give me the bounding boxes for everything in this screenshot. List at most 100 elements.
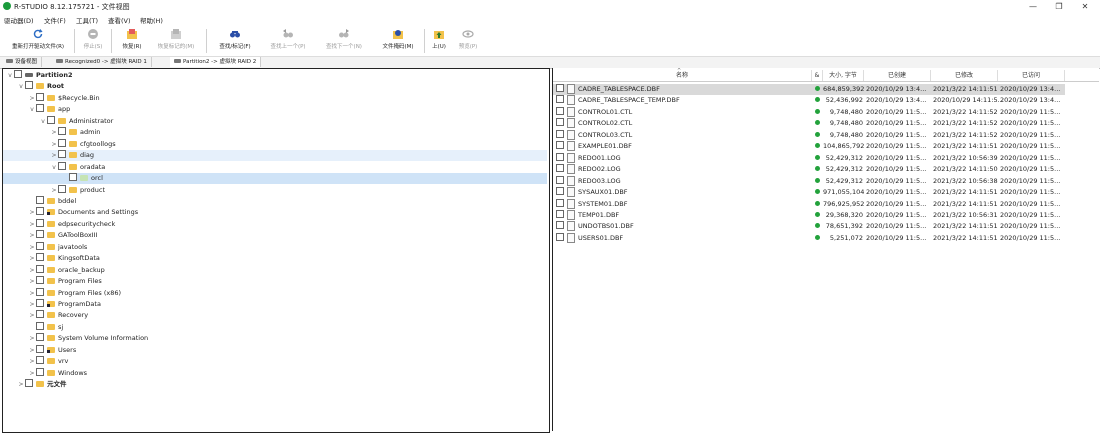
file-row[interactable]: CADRE_TABLESPACE.DBF 684,859,392 2020/10/2…	[553, 84, 1065, 95]
stop-button[interactable]: 停止(S)	[78, 28, 108, 54]
file-row[interactable]: CONTROL01.CTL 9,748,480 2020/10/29 11:5...…	[553, 106, 1065, 118]
file-checkbox-box[interactable]	[556, 198, 564, 207]
tree-item[interactable]: > product	[50, 184, 105, 196]
tree-item[interactable]: > ProgramData	[28, 299, 101, 310]
tree-checkbox[interactable]	[36, 276, 44, 285]
minimize-button[interactable]: —	[1026, 1, 1040, 12]
file-checkbox-box[interactable]	[556, 106, 564, 115]
tree-item[interactable]: v Administrator	[39, 115, 113, 127]
tree-checkbox[interactable]	[58, 150, 66, 159]
chevron-right-icon[interactable]: >	[28, 288, 36, 299]
chevron-right-icon[interactable]: >	[28, 219, 36, 230]
tree-checkbox[interactable]	[36, 230, 44, 239]
file-mask-button[interactable]: 文件掩码(M)	[376, 28, 420, 54]
chevron-right-icon[interactable]: >	[28, 356, 36, 367]
file-checkbox[interactable]	[556, 95, 567, 106]
file-row[interactable]: USERS01.DBF 5,251,072 2020/10/29 11:5... 20…	[553, 232, 1065, 244]
menu-tools[interactable]: 工具(T)	[76, 15, 98, 25]
tree-checkbox[interactable]	[36, 299, 44, 307]
file-checkbox[interactable]	[556, 175, 567, 187]
file-checkbox-box[interactable]	[556, 232, 564, 241]
file-checkbox[interactable]	[556, 221, 567, 232]
tree-item[interactable]: > Documents and Settings	[28, 207, 138, 218]
tree-item[interactable]: > Program Files (x86)	[28, 287, 121, 299]
file-checkbox[interactable]	[556, 232, 567, 244]
file-checkbox[interactable]	[556, 129, 567, 141]
tree-checkbox[interactable]	[58, 184, 66, 193]
up-button[interactable]: 上(U)	[428, 28, 450, 54]
tree-item[interactable]: v Partition2	[6, 70, 72, 81]
find-next-button[interactable]: 查找下一个(N)	[320, 28, 368, 54]
file-row[interactable]: CONTROL02.CTL 9,748,480 2020/10/29 11:5...…	[553, 118, 1065, 129]
tree-item[interactable]: > KingsoftData	[28, 253, 100, 264]
tree-checkbox[interactable]	[36, 367, 44, 376]
menu-drives[interactable]: 驱动器(D)	[4, 15, 34, 25]
chevron-right-icon[interactable]: >	[28, 276, 36, 287]
menu-view[interactable]: 查看(V)	[108, 15, 131, 25]
tree-checkbox[interactable]	[36, 321, 44, 330]
file-checkbox-box[interactable]	[556, 187, 564, 196]
chevron-right-icon[interactable]: >	[50, 185, 58, 196]
file-checkbox[interactable]	[556, 152, 567, 164]
tree-item[interactable]: > edpsecuritycheck	[28, 218, 115, 230]
file-checkbox[interactable]	[556, 141, 567, 152]
tree-checkbox[interactable]	[36, 333, 44, 342]
tree-checkbox[interactable]	[36, 253, 44, 262]
chevron-right-icon[interactable]: >	[28, 299, 36, 310]
file-checkbox-box[interactable]	[556, 129, 564, 138]
tree-item[interactable]: > Recovery	[28, 310, 88, 321]
chevron-right-icon[interactable]: >	[28, 345, 36, 356]
chevron-right-icon[interactable]: >	[28, 230, 36, 241]
tree-checkbox[interactable]	[25, 379, 33, 388]
column-header-flag[interactable]: &	[812, 70, 823, 81]
tree-item[interactable]: > GAToolBoxIII	[28, 230, 97, 241]
chevron-right-icon[interactable]: >	[28, 253, 36, 264]
tree-item[interactable]: > admin	[50, 127, 100, 138]
file-row[interactable]: REDO02.LOG 52,429,312 2020/10/29 11:5... 20…	[553, 164, 1065, 175]
chevron-right-icon[interactable]: >	[17, 379, 25, 390]
chevron-down-icon[interactable]: v	[17, 81, 25, 92]
file-checkbox[interactable]	[556, 164, 567, 175]
chevron-right-icon[interactable]: >	[28, 333, 36, 344]
file-row[interactable]: REDO01.LOG 52,429,312 2020/10/29 11:5... 20…	[553, 152, 1065, 164]
tree-checkbox[interactable]	[36, 356, 44, 365]
tree-item[interactable]: > diag	[50, 150, 94, 161]
tree-checkbox[interactable]	[36, 195, 44, 204]
chevron-right-icon[interactable]: >	[50, 150, 58, 161]
tree-item[interactable]: v app	[28, 104, 70, 115]
file-checkbox-box[interactable]	[556, 84, 564, 92]
chevron-right-icon[interactable]: >	[28, 242, 36, 253]
file-checkbox-box[interactable]	[556, 164, 564, 173]
tree-checkbox[interactable]	[69, 173, 77, 182]
chevron-right-icon[interactable]: >	[28, 207, 36, 218]
file-row[interactable]: EXAMPLE01.DBF 104,865,792 2020/10/29 11:5.…	[553, 141, 1065, 152]
tab-device-view[interactable]: 设备视图	[2, 57, 43, 67]
file-checkbox[interactable]	[556, 187, 567, 198]
tree-checkbox[interactable]	[36, 344, 44, 353]
reopen-drive-button[interactable]: 重新打开驱动文件(R)	[4, 28, 72, 54]
tree-checkbox[interactable]	[36, 310, 44, 319]
tree-item[interactable]: orcl	[61, 173, 103, 184]
menu-help[interactable]: 帮助(H)	[140, 15, 163, 25]
file-checkbox-box[interactable]	[556, 221, 564, 230]
tree-checkbox[interactable]	[36, 287, 44, 296]
file-row[interactable]: CADRE_TABLESPACE_TEMP.DBF 52,436,992 2020/…	[553, 95, 1065, 106]
chevron-right-icon[interactable]: >	[50, 127, 58, 138]
chevron-down-icon[interactable]: v	[28, 104, 36, 115]
file-checkbox-box[interactable]	[556, 118, 564, 127]
tree-checkbox[interactable]	[36, 104, 44, 113]
recover-button[interactable]: 恢复(R)	[116, 28, 148, 54]
file-checkbox-box[interactable]	[556, 95, 564, 104]
file-checkbox[interactable]	[556, 209, 567, 221]
tab-recognized0-raid1[interactable]: Recognized0 -> 虚拟块 RAID 1	[52, 57, 152, 67]
file-row[interactable]: SYSAUX01.DBF 971,055,104 2020/10/29 11:5..…	[553, 187, 1065, 198]
tree-checkbox[interactable]	[58, 138, 66, 147]
tree-item[interactable]: > Users	[28, 344, 76, 356]
chevron-right-icon[interactable]: >	[28, 93, 36, 104]
find-prev-button[interactable]: 查找上一个(P)	[264, 28, 312, 54]
preview-button[interactable]: 预览(P)	[454, 28, 482, 54]
recover-marked-button[interactable]: 恢复标记的(M)	[150, 28, 202, 54]
tree-checkbox[interactable]	[36, 218, 44, 227]
tree-checkbox[interactable]	[25, 81, 33, 90]
chevron-down-icon[interactable]: v	[50, 162, 58, 173]
